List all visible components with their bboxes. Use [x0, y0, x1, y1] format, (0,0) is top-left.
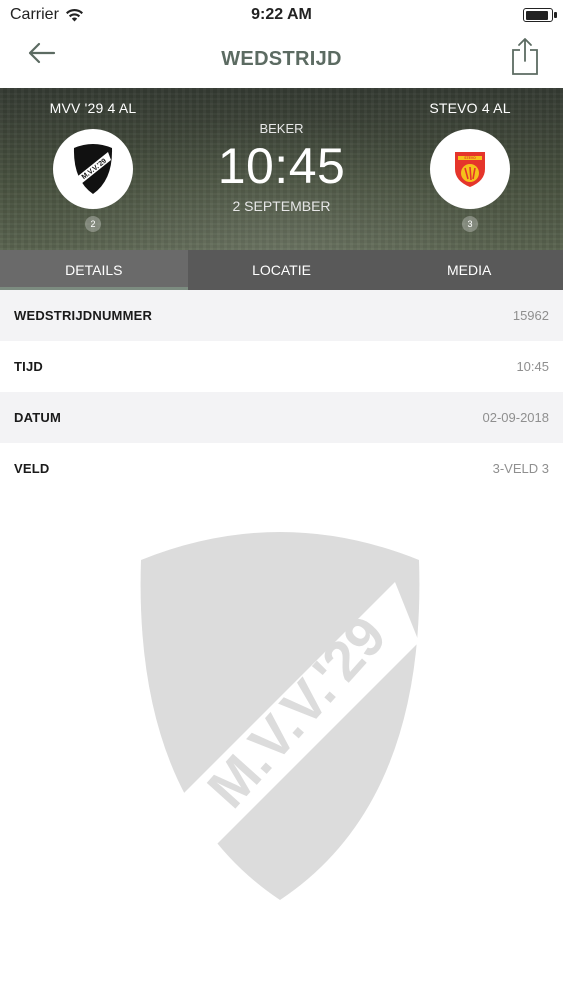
wifi-icon	[65, 8, 83, 22]
kickoff-time: 10:45	[217, 138, 346, 194]
tab-details-label: DETAILS	[65, 262, 123, 278]
detail-row-datum: DATUM 02-09-2018	[0, 392, 563, 443]
away-logo-text: STEVO	[464, 156, 476, 160]
tab-bar: DETAILS LOCATIE MEDIA	[0, 250, 563, 290]
home-team-rank: 2	[85, 216, 101, 232]
home-team[interactable]: MVV '29 4 AL M.V.V.'29 2	[13, 88, 173, 232]
match-date: 2 SEPTEMBER	[232, 198, 331, 214]
home-team-name: MVV '29 4 AL	[49, 100, 137, 116]
detail-row-tijd: TIJD 10:45	[0, 341, 563, 392]
tab-locatie-label: LOCATIE	[252, 262, 311, 278]
status-bar: Carrier 9:22 AM	[0, 0, 563, 30]
home-team-logo: M.V.V.'29	[53, 129, 133, 209]
detail-label: VELD	[14, 461, 50, 476]
tab-details[interactable]: DETAILS	[0, 250, 188, 290]
away-team-logo: STEVO	[430, 129, 510, 209]
match-header: MVV '29 4 AL M.V.V.'29 2 BEKER 10:45 2 S…	[0, 88, 563, 250]
mvv-shield-icon: M.V.V.'29	[73, 144, 113, 194]
battery-icon	[523, 8, 557, 22]
share-icon	[512, 38, 538, 75]
away-team[interactable]: STEVO 4 AL STEVO 3	[390, 88, 550, 232]
competition-label: BEKER	[259, 121, 304, 136]
detail-value: 3-VELD 3	[492, 461, 549, 476]
page-title: WEDSTRIJD	[221, 47, 342, 70]
detail-row-veld: VELD 3-VELD 3	[0, 443, 563, 494]
battery-level	[525, 10, 549, 20]
back-button[interactable]	[26, 40, 62, 66]
share-button[interactable]	[509, 36, 541, 76]
stevo-shield-icon: STEVO	[455, 152, 485, 187]
details-list: WEDSTRIJDNUMMER 15962 TIJD 10:45 DATUM 0…	[0, 290, 563, 494]
detail-label: TIJD	[14, 359, 43, 374]
match-center-info: BEKER 10:45 2 SEPTEMBER	[170, 88, 393, 214]
status-time: 9:22 AM	[251, 6, 312, 23]
away-team-rank: 3	[462, 216, 478, 232]
carrier-label: Carrier	[10, 6, 59, 23]
detail-value: 02-09-2018	[482, 410, 550, 425]
arrow-left-icon	[28, 42, 56, 64]
detail-value: 10:45	[516, 359, 549, 374]
detail-label: WEDSTRIJDNUMMER	[14, 308, 153, 323]
nav-bar: WEDSTRIJD	[0, 30, 563, 88]
detail-row-wedstrijdnummer: WEDSTRIJDNUMMER 15962	[0, 290, 563, 341]
status-left: Carrier	[10, 6, 84, 24]
away-team-name: STEVO 4 AL	[429, 100, 511, 116]
club-watermark-logo: M.V.V.'29	[140, 532, 420, 900]
detail-label: DATUM	[14, 410, 61, 425]
tab-locatie[interactable]: LOCATIE	[188, 250, 376, 290]
tab-media-label: MEDIA	[447, 262, 492, 278]
tab-media[interactable]: MEDIA	[375, 250, 563, 290]
detail-value: 15962	[512, 308, 549, 323]
